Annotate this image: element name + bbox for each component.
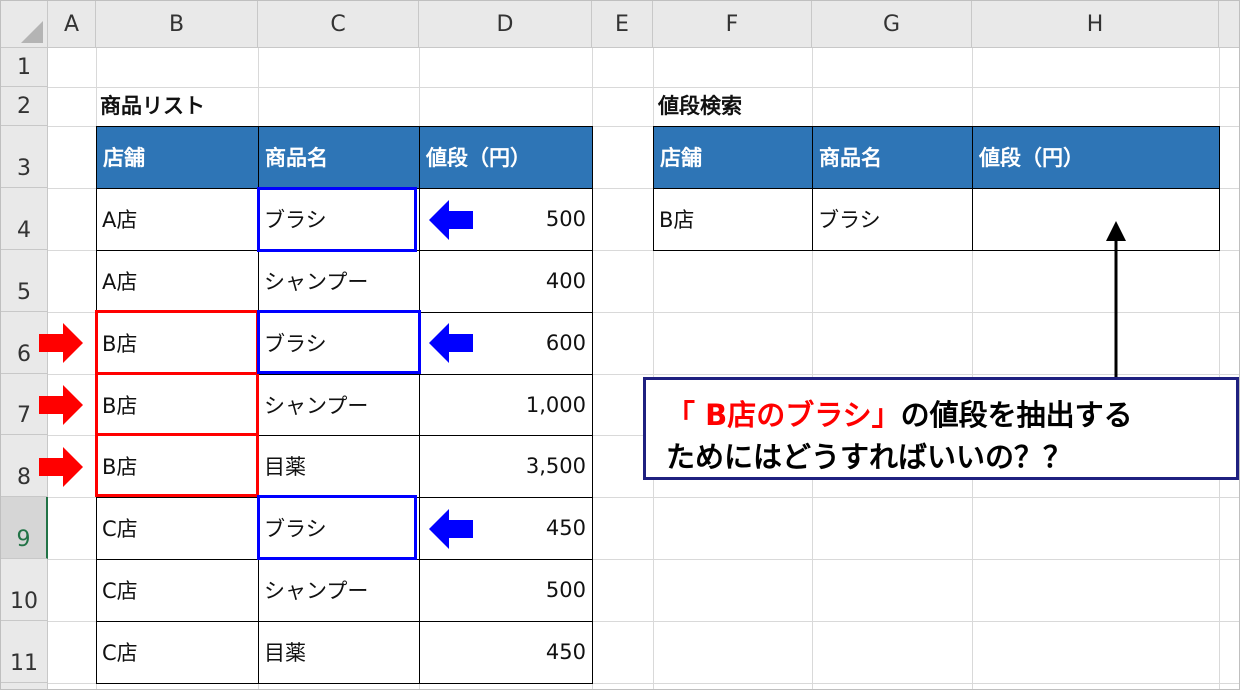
table-border — [96, 126, 593, 127]
product-store-cell[interactable]: C店 — [96, 559, 258, 621]
column-header-e[interactable]: E — [592, 1, 653, 48]
column-header-f[interactable]: F — [653, 1, 812, 48]
arrow-up-icon — [1106, 221, 1126, 379]
b-store-highlight-divider — [95, 372, 259, 375]
question-callout: 「 B店のブラシ」の値段を抽出する ためにはどうすればいいの？？ — [643, 377, 1239, 480]
table-border — [592, 126, 593, 683]
row-header-10[interactable]: 10 — [1, 559, 48, 621]
row-header-1[interactable]: 1 — [1, 48, 48, 87]
search-item-cell[interactable]: ブラシ — [812, 188, 972, 250]
arrow-left-icon — [429, 323, 473, 363]
product-item-cell[interactable]: シャンプー — [258, 250, 419, 312]
column-header-d[interactable]: D — [419, 1, 592, 48]
row-header-5[interactable]: 5 — [1, 250, 48, 312]
b-store-highlight-divider — [95, 433, 259, 436]
price-search-header-item: 商品名 — [812, 126, 972, 188]
column-header-h[interactable]: H — [972, 1, 1219, 48]
price-search-header-store: 店舗 — [653, 126, 812, 188]
arrow-left-icon — [429, 200, 473, 240]
gridline — [48, 87, 1239, 88]
product-list-header-price: 値段（円） — [419, 126, 592, 188]
brush-highlight-box — [257, 187, 417, 252]
product-price-cell[interactable]: 500 — [419, 559, 592, 621]
spreadsheet: A B C D E F G H 1 2 3 4 5 6 7 8 9 10 11 … — [0, 0, 1240, 690]
column-header-a[interactable]: A — [48, 1, 96, 48]
arrow-right-icon — [39, 447, 83, 487]
price-search-title: 値段検索 — [658, 94, 742, 118]
select-all-corner[interactable] — [1, 1, 48, 48]
table-border — [653, 250, 1220, 251]
product-list-header-item: 商品名 — [258, 126, 419, 188]
search-price-cell[interactable] — [972, 188, 1219, 250]
table-border — [96, 621, 593, 622]
product-store-cell[interactable]: A店 — [96, 250, 258, 312]
callout-highlight: B店のブラシ — [705, 398, 872, 432]
product-store-cell[interactable]: A店 — [96, 188, 258, 250]
callout-line-2: ためにはどうすればいいの？？ — [666, 440, 1073, 474]
product-list-header-store: 店舗 — [96, 126, 258, 188]
row-header-9[interactable]: 9 — [1, 497, 48, 559]
column-header-next[interactable] — [1219, 1, 1239, 48]
callout-open-bracket: 「 — [666, 398, 706, 432]
price-search-header-price: 値段（円） — [972, 126, 1219, 188]
b-store-highlight-box — [95, 310, 259, 497]
brush-highlight-box — [257, 495, 417, 560]
product-item-cell[interactable]: 目薬 — [258, 621, 419, 683]
column-header-b[interactable]: B — [96, 1, 258, 48]
row-header-11[interactable]: 11 — [1, 621, 48, 683]
column-header-g[interactable]: G — [812, 1, 972, 48]
search-store-cell[interactable]: B店 — [653, 188, 812, 250]
product-store-cell[interactable]: C店 — [96, 497, 258, 559]
arrow-right-icon — [39, 385, 83, 425]
product-price-cell[interactable]: 1,000 — [419, 374, 592, 435]
arrow-right-icon — [39, 323, 83, 363]
product-item-cell[interactable]: シャンプー — [258, 559, 419, 621]
column-header-c[interactable]: C — [258, 1, 419, 48]
product-item-cell[interactable]: シャンプー — [258, 374, 419, 435]
table-border — [653, 188, 1220, 189]
table-border — [653, 126, 1220, 127]
table-border — [419, 126, 420, 683]
brush-highlight-box — [257, 310, 421, 374]
product-price-cell[interactable]: 400 — [419, 250, 592, 312]
callout-close-bracket: 」 — [871, 398, 901, 432]
product-list-title: 商品リスト — [100, 94, 205, 118]
callout-line-1: 「 B店のブラシ」の値段を抽出する — [666, 392, 1133, 434]
product-item-cell[interactable]: 目薬 — [258, 435, 419, 497]
table-border — [96, 683, 593, 684]
product-store-cell[interactable]: C店 — [96, 621, 258, 683]
product-price-cell[interactable]: 450 — [419, 621, 592, 683]
product-price-cell[interactable]: 3,500 — [419, 435, 592, 497]
callout-line-1-rest: の値段を抽出する — [900, 398, 1133, 432]
row-header-2[interactable]: 2 — [1, 87, 48, 126]
arrow-left-icon — [429, 509, 473, 549]
select-all-icon — [21, 21, 43, 43]
row-header-3[interactable]: 3 — [1, 126, 48, 188]
row-header-4[interactable]: 4 — [1, 188, 48, 250]
row-header-next[interactable] — [1, 683, 48, 689]
